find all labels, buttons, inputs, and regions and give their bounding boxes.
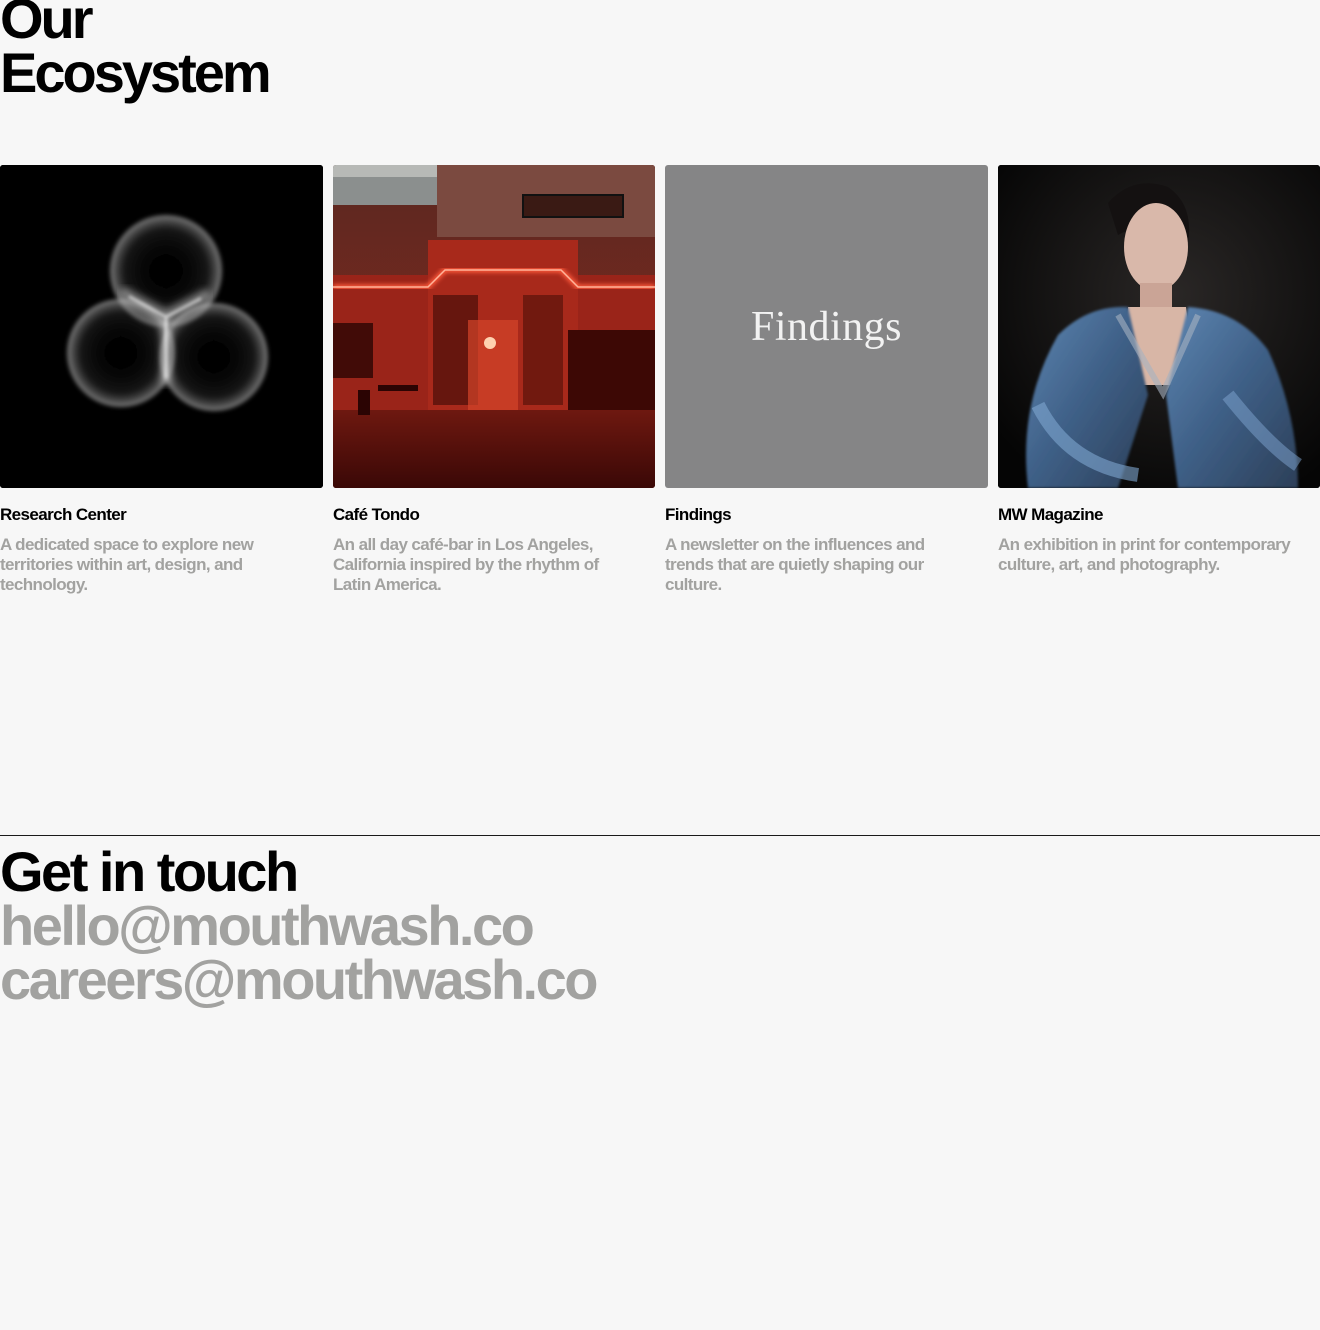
research-center-image — [0, 165, 323, 488]
card-description: An exhibition in print for contemporary … — [998, 535, 1291, 574]
contact-title: Get in touch — [0, 840, 299, 903]
card-title: Café Tondo — [333, 505, 420, 524]
hello-email-link[interactable]: hello@mouthwash.co — [0, 898, 900, 954]
cafe-tondo-image — [333, 165, 655, 488]
card-title: Research Center — [0, 505, 127, 524]
card-cafe-tondo[interactable]: Café Tondo An all day café-bar in Los An… — [333, 165, 655, 594]
section-divider — [0, 835, 1320, 836]
careers-email-link[interactable]: careers@mouthwash.co — [0, 952, 900, 1008]
card-title: Findings — [665, 505, 732, 524]
card-description: A newsletter on the influences and trend… — [665, 535, 925, 594]
page-title-line-2: Ecosystem — [0, 41, 272, 104]
mw-magazine-image — [998, 165, 1320, 488]
card-research-center[interactable]: Research Center A dedicated space to exp… — [0, 165, 323, 594]
card-mw-magazine[interactable]: MW Magazine An exhibition in print for c… — [998, 165, 1320, 574]
card-description: An all day café-bar in Los Angeles, Cali… — [333, 535, 599, 594]
card-findings[interactable]: Findings Findings A newsletter on the in… — [665, 165, 988, 594]
contact-section: Get in touch hello@mouthwash.co careers@… — [0, 840, 900, 1008]
findings-image: Findings — [665, 165, 988, 488]
card-title: MW Magazine — [998, 505, 1103, 524]
ecosystem-cards: Research Center A dedicated space to exp… — [0, 165, 1320, 605]
findings-logo: Findings — [750, 303, 903, 350]
card-description: A dedicated space to explore new territo… — [0, 535, 254, 594]
page-title-line-1: Our — [0, 0, 94, 50]
page-title: Our Ecosystem — [0, 0, 600, 104]
